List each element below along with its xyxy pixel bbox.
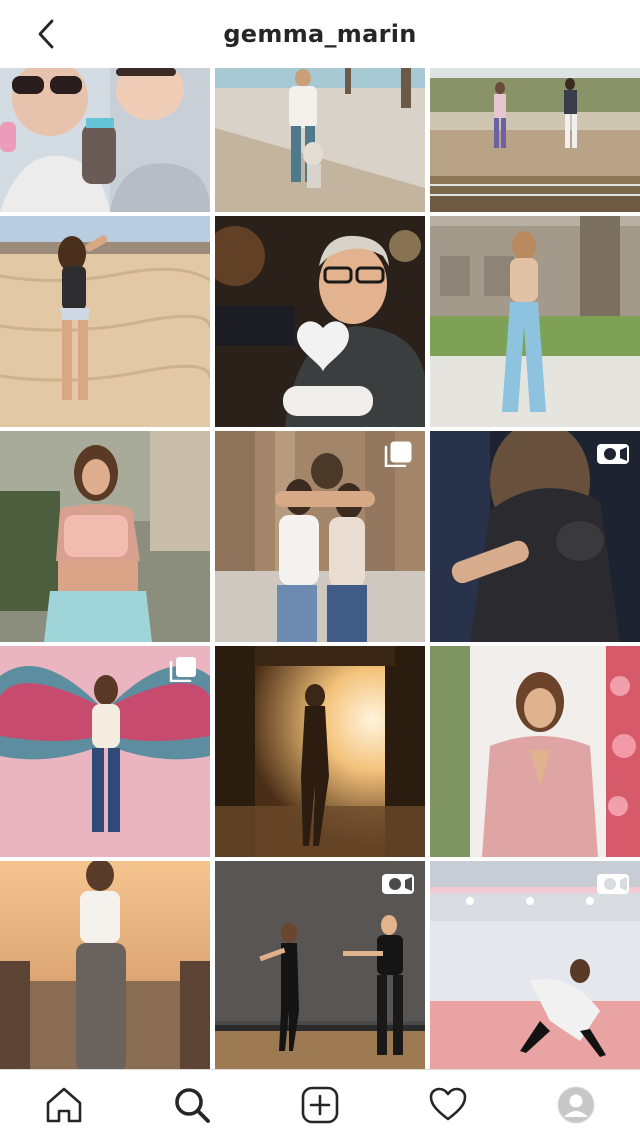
post-thumbnail[interactable] [430,646,640,857]
post-image [0,68,210,212]
post-image [0,216,210,427]
post-image [215,68,425,212]
video-icon [597,874,629,894]
post-thumbnail[interactable] [215,861,425,1069]
post-thumbnail[interactable] [430,431,640,642]
post-thumbnail[interactable] [0,216,210,427]
search-icon [175,1087,210,1123]
add-post-icon [301,1086,339,1123]
carousel-icon [169,657,196,682]
video-icon [597,444,629,464]
post-image [215,646,425,857]
nav-home[interactable] [34,1075,94,1135]
post-thumbnail[interactable] [215,431,425,642]
nav-profile[interactable] [546,1075,606,1135]
post-thumbnail[interactable] [0,431,210,642]
nav-new-post[interactable] [290,1075,350,1135]
post-thumbnail[interactable] [0,68,210,212]
post-thumbnail[interactable] [215,68,425,212]
post-image [430,216,640,427]
explore-grid [0,68,640,1069]
home-icon [46,1087,82,1122]
nav-activity[interactable] [418,1075,478,1135]
back-button[interactable] [26,16,66,52]
profile-username-title: gemma_marin [223,20,417,48]
top-header: gemma_marin [0,0,640,68]
video-icon [382,874,414,894]
post-thumbnail[interactable] [215,646,425,857]
post-thumbnail[interactable] [430,216,640,427]
bottom-navigation-bar [0,1069,640,1139]
post-image [430,68,640,212]
post-thumbnail[interactable] [0,861,210,1069]
post-image [0,431,210,642]
activity-heart-icon [429,1087,467,1120]
post-thumbnail[interactable] [430,861,640,1069]
post-thumbnail[interactable] [430,68,640,212]
post-image [430,646,640,857]
profile-avatar-icon [557,1086,595,1123]
post-thumbnail[interactable] [215,216,425,427]
post-image [0,861,210,1069]
chevron-left-icon [38,19,54,49]
post-thumbnail[interactable] [0,646,210,857]
nav-search[interactable] [162,1075,222,1135]
carousel-icon [384,441,412,467]
post-image [215,216,425,427]
